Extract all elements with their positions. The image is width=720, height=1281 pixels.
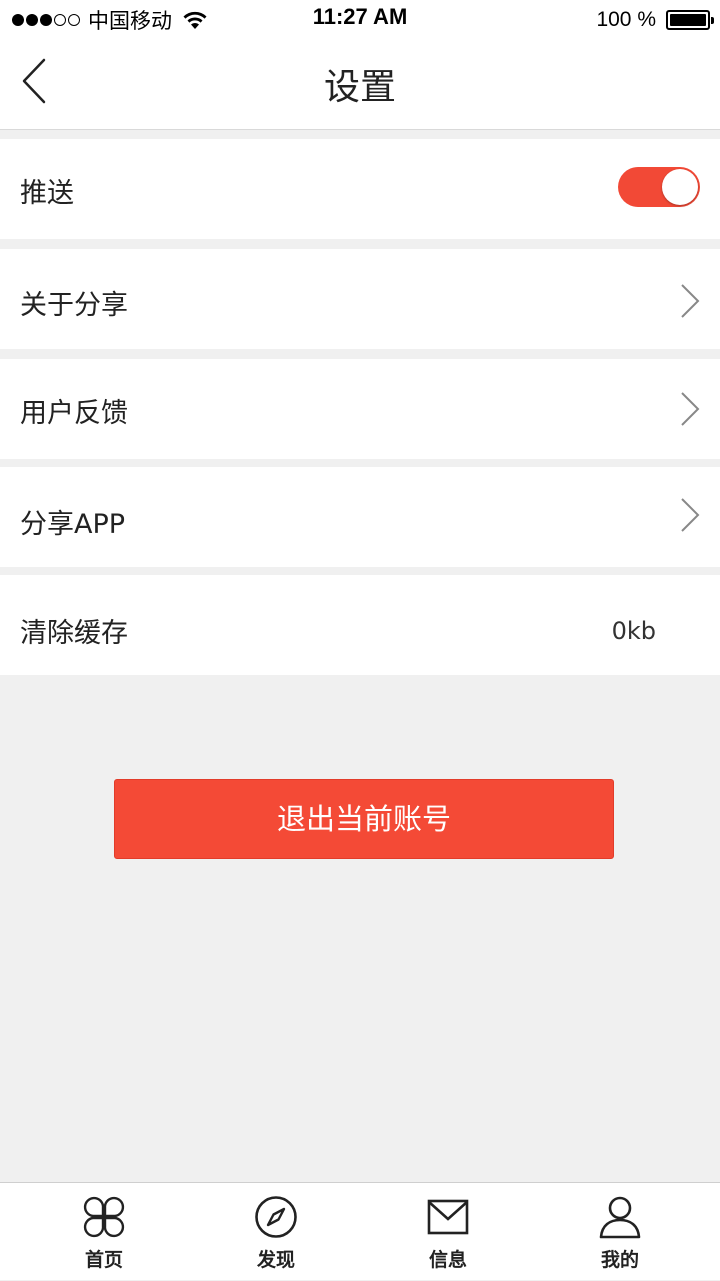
person-icon	[599, 1196, 641, 1239]
tab-messages[interactable]: 信息	[358, 1183, 538, 1281]
share-app-label: 分享APP	[20, 509, 126, 540]
tab-discover[interactable]: 发现	[186, 1183, 366, 1281]
tab-mine[interactable]: 我的	[530, 1183, 710, 1281]
envelope-icon	[427, 1199, 469, 1235]
about-label: 关于分享	[20, 290, 128, 321]
clear-cache-row[interactable]: 清除缓存 0kb	[0, 575, 720, 675]
push-toggle[interactable]	[618, 167, 700, 207]
navigation-bar: 设置	[0, 40, 720, 130]
push-row: 推送	[0, 139, 720, 239]
chevron-left-icon	[22, 58, 46, 104]
toggle-knob	[662, 169, 698, 205]
chevron-right-icon	[681, 284, 700, 318]
feedback-label: 用户反馈	[20, 398, 128, 429]
status-bar: 中国移动 11:27 AM 100 %	[0, 0, 720, 40]
page-title: 设置	[323, 67, 396, 108]
feedback-row[interactable]: 用户反馈	[0, 359, 720, 459]
battery-percent: 100 %	[596, 8, 656, 31]
push-label: 推送	[20, 178, 74, 209]
tab-discover-label: 发现	[256, 1249, 295, 1271]
status-right: 100 %	[596, 6, 714, 34]
cache-size-value: 0kb	[611, 617, 656, 645]
tab-home[interactable]: 首页	[14, 1183, 194, 1281]
share-app-row[interactable]: 分享APP	[0, 467, 720, 567]
about-row[interactable]: 关于分享	[0, 249, 720, 349]
compass-icon	[255, 1196, 297, 1238]
logout-button[interactable]: 退出当前账号	[114, 779, 614, 859]
tab-mine-label: 我的	[600, 1249, 639, 1271]
battery-icon	[666, 10, 714, 30]
tab-home-label: 首页	[84, 1249, 123, 1271]
clover-icon	[83, 1196, 125, 1238]
chevron-right-icon	[681, 392, 700, 426]
tab-messages-label: 信息	[428, 1249, 467, 1271]
back-button[interactable]	[14, 56, 54, 106]
chevron-right-icon	[681, 498, 700, 532]
tab-bar: 首页 发现 信息 我的	[0, 1182, 720, 1280]
clear-cache-label: 清除缓存	[20, 618, 128, 649]
